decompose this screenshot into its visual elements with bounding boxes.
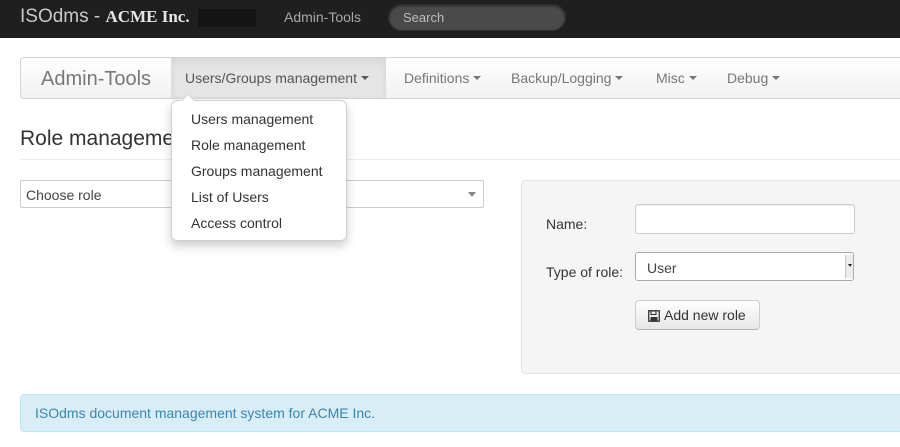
app-brand[interactable]: ISOdms - ACME Inc.: [20, 6, 190, 28]
page-title: Role management: [20, 127, 192, 150]
add-new-role-button[interactable]: Add new role: [635, 300, 760, 330]
nav-label: Backup/Logging: [511, 70, 612, 86]
divider: [20, 159, 900, 160]
menu-item-access-control[interactable]: Access control: [191, 215, 282, 231]
chevron-down-icon: [845, 255, 853, 278]
redacted-area: [198, 9, 256, 27]
type-of-role-value: User: [647, 260, 677, 276]
nav-misc[interactable]: Misc: [656, 58, 697, 98]
type-of-role-label: Type of role:: [546, 264, 624, 280]
menu-item-list-of-users[interactable]: List of Users: [191, 189, 269, 205]
menu-item-users-management[interactable]: Users management: [191, 111, 313, 127]
menu-item-role-management[interactable]: Role management: [191, 137, 305, 153]
admin-subnav: Admin-Tools Users/Groups management Defi…: [20, 57, 900, 99]
name-input[interactable]: [635, 204, 855, 234]
admin-tools-link[interactable]: Admin-Tools: [284, 9, 361, 25]
users-groups-dropdown-menu: Users management Role management Groups …: [171, 94, 347, 241]
brand-text: ISOdms -: [20, 6, 106, 27]
add-new-role-label: Add new role: [664, 307, 746, 323]
nav-definitions[interactable]: Definitions: [404, 58, 482, 98]
nav-label: Misc: [656, 70, 685, 86]
nav-label: Users/Groups management: [185, 70, 357, 86]
chevron-down-icon: [473, 76, 482, 81]
footer-text: ISOdms document management system for AC…: [35, 405, 376, 421]
nav-backup-logging[interactable]: Backup/Logging: [511, 58, 624, 98]
search-input[interactable]: [388, 4, 566, 31]
menu-item-groups-management[interactable]: Groups management: [191, 163, 323, 179]
info-footer: ISOdms document management system for AC…: [20, 394, 900, 432]
floppy-disk-icon: [648, 310, 660, 322]
top-navbar: ISOdms - ACME Inc. Admin-Tools: [0, 0, 900, 38]
chevron-down-icon: [468, 192, 476, 197]
name-label: Name:: [546, 216, 588, 232]
chevron-down-icon: [688, 76, 697, 81]
subnav-brand[interactable]: Admin-Tools: [41, 68, 151, 91]
nav-debug[interactable]: Debug: [727, 58, 781, 98]
nav-label: Debug: [727, 70, 769, 86]
choose-role-value: Choose role: [26, 187, 102, 203]
type-of-role-select[interactable]: User: [635, 252, 854, 281]
brand-company: ACME Inc.: [105, 7, 190, 26]
chevron-down-icon: [360, 76, 369, 81]
nav-label: Definitions: [404, 70, 470, 86]
nav-users-groups[interactable]: Users/Groups management: [171, 58, 386, 98]
chevron-down-icon: [772, 76, 781, 81]
chevron-down-icon: [615, 76, 624, 81]
